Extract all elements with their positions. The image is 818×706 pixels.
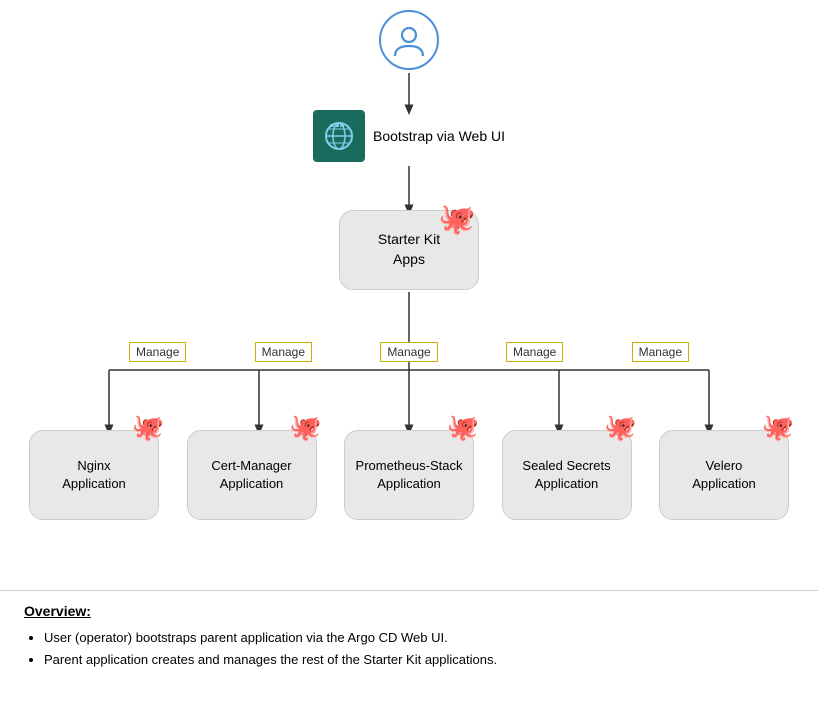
- octopus-starter-icon: 🐙: [438, 202, 475, 237]
- cert-manager-label: Cert-ManagerApplication: [211, 457, 291, 493]
- octopus-cert-icon: 🐙: [289, 412, 321, 443]
- nginx-app-node: NginxApplication: [29, 430, 159, 520]
- cert-manager-app-node: Cert-ManagerApplication: [187, 430, 317, 520]
- octopus-prometheus-icon: 🐙: [447, 412, 479, 443]
- velero-app-node: VeleroApplication: [659, 430, 789, 520]
- manage-badge-3: Manage: [380, 342, 437, 362]
- nginx-app-wrapper: 🐙 NginxApplication: [29, 430, 159, 520]
- sealed-secrets-label: Sealed SecretsApplication: [522, 457, 610, 493]
- nginx-label: NginxApplication: [62, 457, 126, 493]
- octopus-sealed-icon: 🐙: [604, 412, 636, 443]
- overview-list: User (operator) bootstraps parent applic…: [24, 627, 794, 671]
- overview-item-2: Parent application creates and manages t…: [44, 649, 794, 671]
- velero-app-wrapper: 🐙 VeleroApplication: [659, 430, 789, 520]
- overview-section: Overview: User (operator) bootstraps par…: [0, 590, 818, 683]
- manage-badge-1: Manage: [129, 342, 186, 362]
- overview-item-1: User (operator) bootstraps parent applic…: [44, 627, 794, 649]
- manage-labels-row: Manage Manage Manage Manage Manage: [129, 342, 689, 362]
- manage-badge-5: Manage: [632, 342, 689, 362]
- diagram-area: Bootstrap via Web UI Starter KitApps 🐙 M…: [0, 0, 818, 590]
- manage-badge-2: Manage: [255, 342, 312, 362]
- prometheus-app-wrapper: 🐙 Prometheus-StackApplication: [344, 430, 474, 520]
- cert-manager-app-wrapper: 🐙 Cert-ManagerApplication: [187, 430, 317, 520]
- webui-label: Bootstrap via Web UI: [373, 128, 505, 144]
- starter-kit-label: Starter KitApps: [378, 230, 440, 269]
- user-icon: [379, 10, 439, 70]
- webui-icon: [313, 110, 365, 162]
- velero-label: VeleroApplication: [692, 457, 756, 493]
- user-node: [374, 10, 444, 70]
- octopus-velero-icon: 🐙: [762, 412, 794, 443]
- webui-node: Bootstrap via Web UI: [313, 110, 505, 162]
- prometheus-label: Prometheus-StackApplication: [356, 457, 463, 493]
- sealed-secrets-app-node: Sealed SecretsApplication: [502, 430, 632, 520]
- sealed-secrets-app-wrapper: 🐙 Sealed SecretsApplication: [502, 430, 632, 520]
- app-nodes-row: 🐙 NginxApplication 🐙 Cert-ManagerApplica…: [29, 430, 789, 520]
- prometheus-app-node: Prometheus-StackApplication: [344, 430, 474, 520]
- octopus-nginx-icon: 🐙: [132, 412, 164, 443]
- overview-title: Overview:: [24, 603, 794, 619]
- manage-badge-4: Manage: [506, 342, 563, 362]
